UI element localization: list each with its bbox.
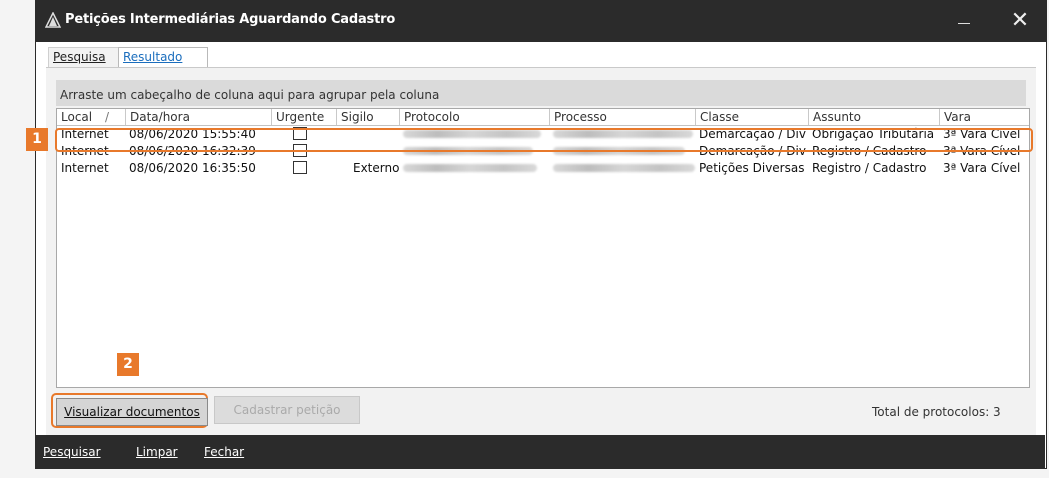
close-icon[interactable]: ✕ <box>1000 4 1040 38</box>
tab-pesquisa[interactable]: Pesquisa <box>48 47 122 67</box>
bottom-menu-bar: Pesquisar Limpar Fechar <box>35 435 1045 468</box>
callout-badge-1: 1 <box>26 128 48 151</box>
grid-header: Local / Data/hora Urgente Sigilo Protocol… <box>57 109 1029 126</box>
minimize-icon[interactable] <box>946 6 982 36</box>
cell-local: Internet <box>61 161 109 175</box>
total-protocolos-label: Total de protocolos: 3 <box>872 405 1001 419</box>
col-header-classe[interactable]: Classe <box>695 109 808 125</box>
col-header-urgente[interactable]: Urgente <box>271 109 336 125</box>
col-header-sigilo[interactable]: Sigilo <box>336 109 399 125</box>
col-header-processo[interactable]: Processo <box>549 109 695 125</box>
cell-vara: 3ª Vara Cível <box>943 161 1021 175</box>
tab-resultado-label: Resultado <box>123 50 183 64</box>
cell-sigilo: Externo <box>353 161 399 175</box>
cell-datahora: 08/06/2020 16:35:50 <box>129 161 256 175</box>
fechar-link[interactable]: Fechar <box>204 445 244 459</box>
app-logo-icon <box>44 11 62 28</box>
col-header-assunto[interactable]: Assunto <box>808 109 939 125</box>
cadastrar-peticao-button[interactable]: Cadastrar petição <box>214 396 360 424</box>
col-header-local-label: Local <box>61 110 93 124</box>
title-bar: Petições Intermediárias Aguardando Cadas… <box>36 0 1046 42</box>
urgente-checkbox[interactable] <box>293 161 307 174</box>
result-panel: Arraste um cabeçalho de coluna aqui para… <box>46 67 1036 436</box>
limpar-link[interactable]: Limpar <box>136 445 178 459</box>
group-by-area[interactable]: Arraste um cabeçalho de coluna aqui para… <box>56 80 1026 106</box>
redacted-protocolo <box>403 164 537 172</box>
highlight-frame-row <box>55 128 1033 152</box>
redacted-processo <box>553 164 695 172</box>
pesquisar-link[interactable]: Pesquisar <box>43 445 101 459</box>
cell-classe: Petições Diversas <box>699 161 805 175</box>
table-row[interactable]: Internet 08/06/2020 16:35:50 Externo Pet… <box>57 160 1029 176</box>
visualizar-documentos-button[interactable]: Visualizar documentos <box>56 398 208 426</box>
cell-assunto: Registro / Cadastro <box>812 161 927 175</box>
callout-badge-2: 2 <box>117 353 139 376</box>
window-title: Petições Intermediárias Aguardando Cadas… <box>65 12 396 27</box>
col-header-protocolo[interactable]: Protocolo <box>399 109 549 125</box>
col-header-local[interactable]: Local / <box>57 109 125 125</box>
col-header-datahora[interactable]: Data/hora <box>125 109 271 125</box>
tab-resultado[interactable]: Resultado <box>118 47 208 67</box>
sort-ascending-icon: / <box>105 110 110 124</box>
visualizar-documentos-label: Visualizar documentos <box>64 405 200 419</box>
tab-pesquisa-label: Pesquisa <box>53 50 106 64</box>
col-header-vara[interactable]: Vara <box>939 109 1029 125</box>
